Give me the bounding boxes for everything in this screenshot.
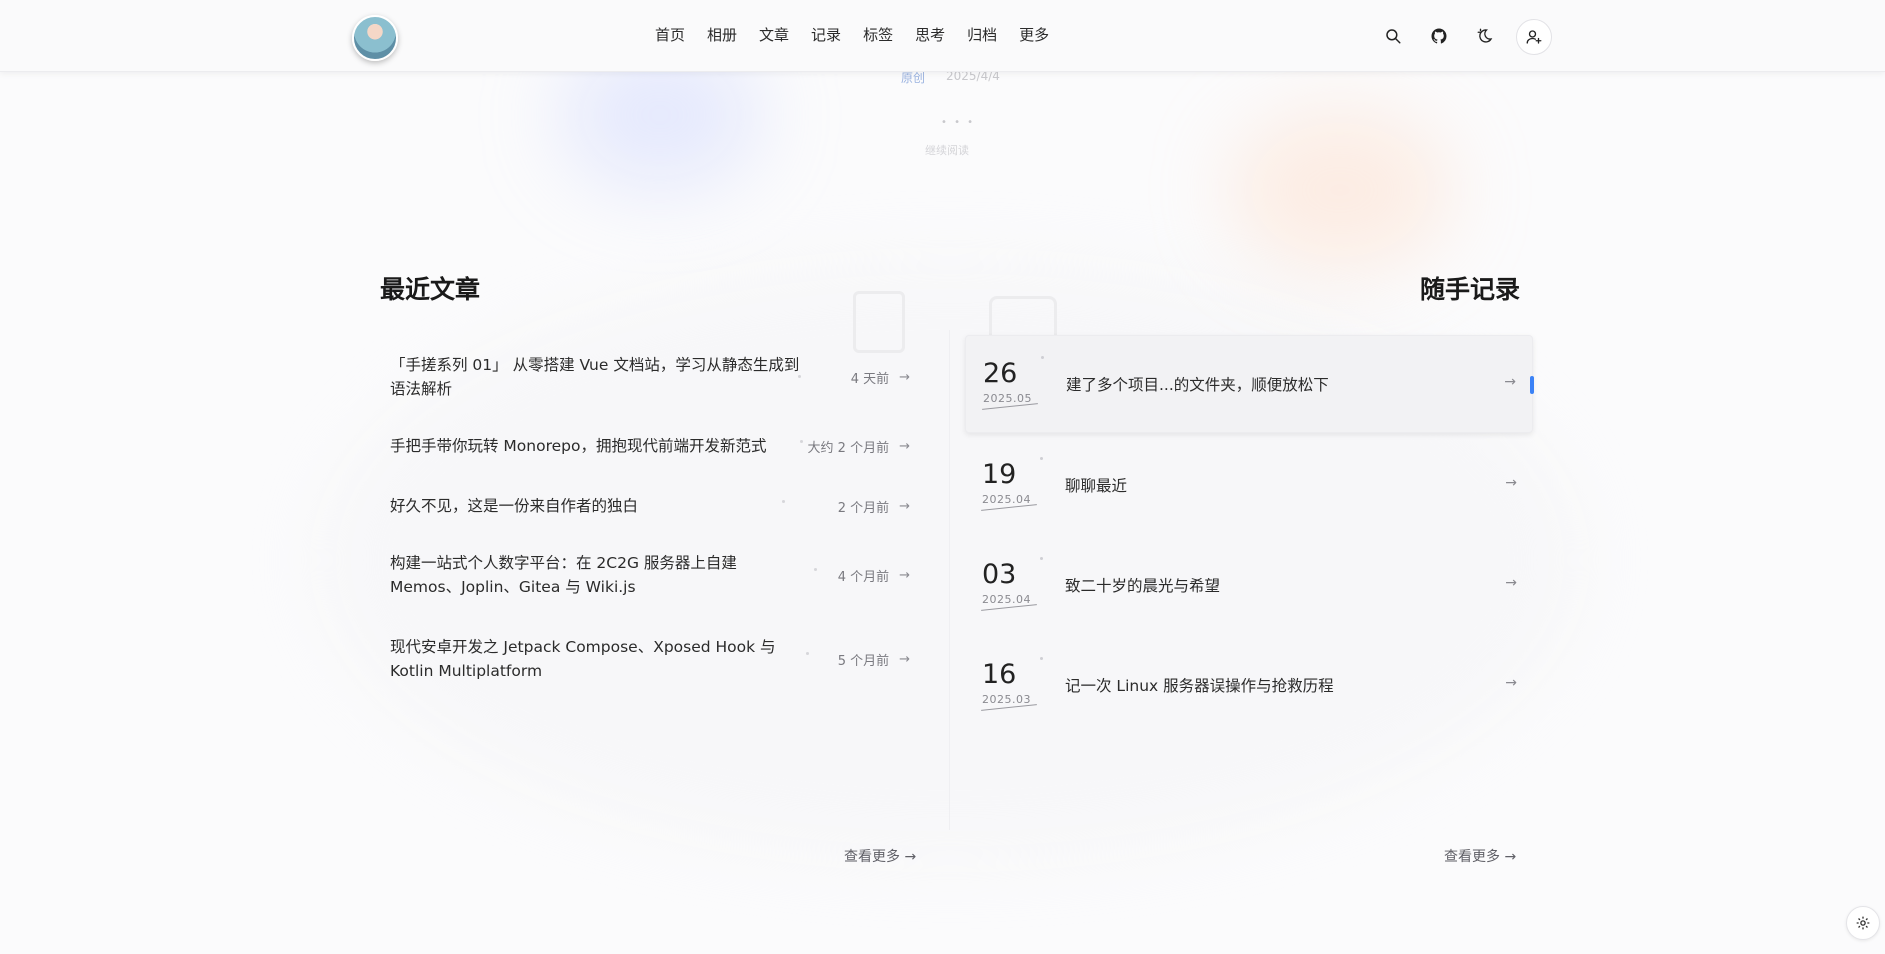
separator-dot: [1041, 356, 1044, 359]
note-item[interactable]: 16 2025.03 记一次 Linux 服务器误操作与抢救历程 →: [965, 637, 1533, 733]
article-time: 2 个月前: [837, 500, 890, 516]
note-day: 03: [982, 559, 1017, 590]
article-title: 现代安卓开发之 Jetpack Compose、Xposed Hook 与 Ko…: [390, 638, 776, 680]
article-item[interactable]: 现代安卓开发之 Jetpack Compose、Xposed Hook 与 Ko…: [380, 622, 920, 696]
user-button[interactable]: [1516, 19, 1552, 55]
background-blob-orange: [1230, 110, 1450, 270]
nav-item-articles[interactable]: 文章: [752, 22, 804, 47]
note-title: 致二十岁的晨光与希望: [1065, 577, 1221, 595]
article-title: 「手搓系列 01」 从零搭建 Vue 文档站，学习从静态生成到语法解析: [390, 356, 800, 398]
arrow-right-icon: →: [1505, 475, 1517, 491]
note-year-month: 2025.04: [982, 493, 1031, 506]
separator-dot: [1040, 657, 1043, 660]
notes-title: 随手记录: [1420, 275, 1521, 304]
article-item[interactable]: 手把手带你玩转 Monorepo，拥抱现代前端开发新范式 大约 2 个月前 →: [380, 416, 920, 476]
article-item[interactable]: 「手搓系列 01」 从零搭建 Vue 文档站，学习从静态生成到语法解析 4 天前…: [380, 340, 920, 414]
nav-item-thoughts[interactable]: 思考: [908, 22, 960, 47]
note-day: 16: [982, 659, 1017, 690]
hero-continue-link[interactable]: 继续阅读: [925, 142, 969, 158]
theme-toggle-button[interactable]: [1469, 20, 1501, 52]
article-title: 手把手带你玩转 Monorepo，拥抱现代前端开发新范式: [390, 437, 767, 455]
note-title: 建了多个项目...的文件夹，顺便放松下: [1066, 376, 1329, 394]
settings-button[interactable]: [1846, 906, 1880, 940]
arrow-right-icon: →: [899, 651, 910, 667]
nav-item-album[interactable]: 相册: [700, 22, 752, 47]
article-item[interactable]: 好久不见，这是一份来自作者的独白 2 个月前 →: [380, 476, 920, 536]
arrow-right-icon: →: [1504, 849, 1517, 865]
github-icon: [1431, 28, 1447, 44]
article-time: 大约 2 个月前: [807, 440, 890, 456]
nav-item-archive[interactable]: 归档: [960, 22, 1012, 47]
gear-icon: [1856, 916, 1870, 930]
separator-dot: [1040, 457, 1043, 460]
articles-see-more-link[interactable]: 查看更多 →: [844, 846, 916, 866]
see-more-label: 查看更多: [844, 849, 900, 865]
article-time: 4 天前: [850, 371, 890, 387]
arrow-right-icon: →: [904, 849, 917, 865]
note-title: 记一次 Linux 服务器误操作与抢救历程: [1065, 677, 1334, 695]
recent-articles-list: 「手搓系列 01」 从零搭建 Vue 文档站，学习从静态生成到语法解析 4 天前…: [380, 340, 920, 696]
user-plus-icon: [1526, 30, 1542, 44]
avatar[interactable]: [352, 15, 398, 61]
note-year-month: 2025.05: [983, 392, 1032, 405]
search-button[interactable]: [1377, 20, 1409, 52]
note-title: 聊聊最近: [1065, 477, 1128, 495]
note-year-month: 2025.04: [982, 593, 1031, 606]
github-button[interactable]: [1423, 20, 1455, 52]
separator-dot: [814, 568, 817, 571]
active-indicator: [1530, 376, 1534, 394]
see-more-label: 查看更多: [1444, 849, 1500, 865]
arrow-right-icon: →: [1505, 675, 1517, 691]
note-day: 19: [982, 459, 1017, 490]
separator-dot: [798, 375, 801, 378]
note-year-month: 2025.03: [982, 693, 1031, 706]
theme-toggle-icon: [1477, 28, 1493, 43]
article-title: 好久不见，这是一份来自作者的独白: [390, 497, 639, 515]
nav-item-notes[interactable]: 记录: [804, 22, 856, 47]
article-time: 5 个月前: [837, 653, 890, 669]
separator-dot: [782, 500, 785, 503]
arrow-right-icon: →: [1504, 374, 1516, 390]
note-day: 26: [983, 358, 1018, 389]
notes-list: 26 2025.05 建了多个项目...的文件夹，顺便放松下 → 19 2025…: [965, 335, 1534, 737]
note-item[interactable]: 19 2025.04 聊聊最近 →: [965, 437, 1533, 533]
nav-item-home[interactable]: 首页: [648, 22, 700, 47]
note-item[interactable]: 03 2025.04 致二十岁的晨光与希望 →: [965, 537, 1533, 633]
notes-see-more-link[interactable]: 查看更多 →: [1444, 846, 1516, 866]
search-icon: [1386, 29, 1401, 44]
arrow-right-icon: →: [899, 438, 910, 454]
article-time: 4 个月前: [837, 569, 890, 585]
note-item[interactable]: 26 2025.05 建了多个项目...的文件夹，顺便放松下 →: [965, 335, 1534, 433]
top-navbar: 首页 相册 文章 记录 标签 思考 归档 更多: [0, 0, 1885, 72]
arrow-right-icon: →: [899, 369, 910, 385]
page: 原创 2025/4/4 • • • 继续阅读 首页 相册 文章 记录 标签 思考…: [0, 0, 1885, 954]
arrow-right-icon: →: [899, 567, 910, 583]
article-title: 构建一站式个人数字平台：在 2C2G 服务器上自建 Memos、Joplin、G…: [390, 554, 737, 596]
separator-dot: [806, 652, 809, 655]
separator-dot: [1040, 557, 1043, 560]
nav-item-tags[interactable]: 标签: [856, 22, 908, 47]
article-item[interactable]: 构建一站式个人数字平台：在 2C2G 服务器上自建 Memos、Joplin、G…: [380, 538, 920, 612]
arrow-right-icon: →: [899, 498, 910, 514]
main-nav: 首页 相册 文章 记录 标签 思考 归档 更多: [648, 22, 1064, 47]
recent-articles-title: 最近文章: [380, 275, 481, 304]
nav-item-more[interactable]: 更多: [1012, 22, 1064, 47]
column-divider: [949, 330, 950, 830]
arrow-right-icon: →: [1505, 575, 1517, 591]
hero-dots: • • •: [941, 117, 976, 128]
separator-dot: [800, 440, 803, 443]
